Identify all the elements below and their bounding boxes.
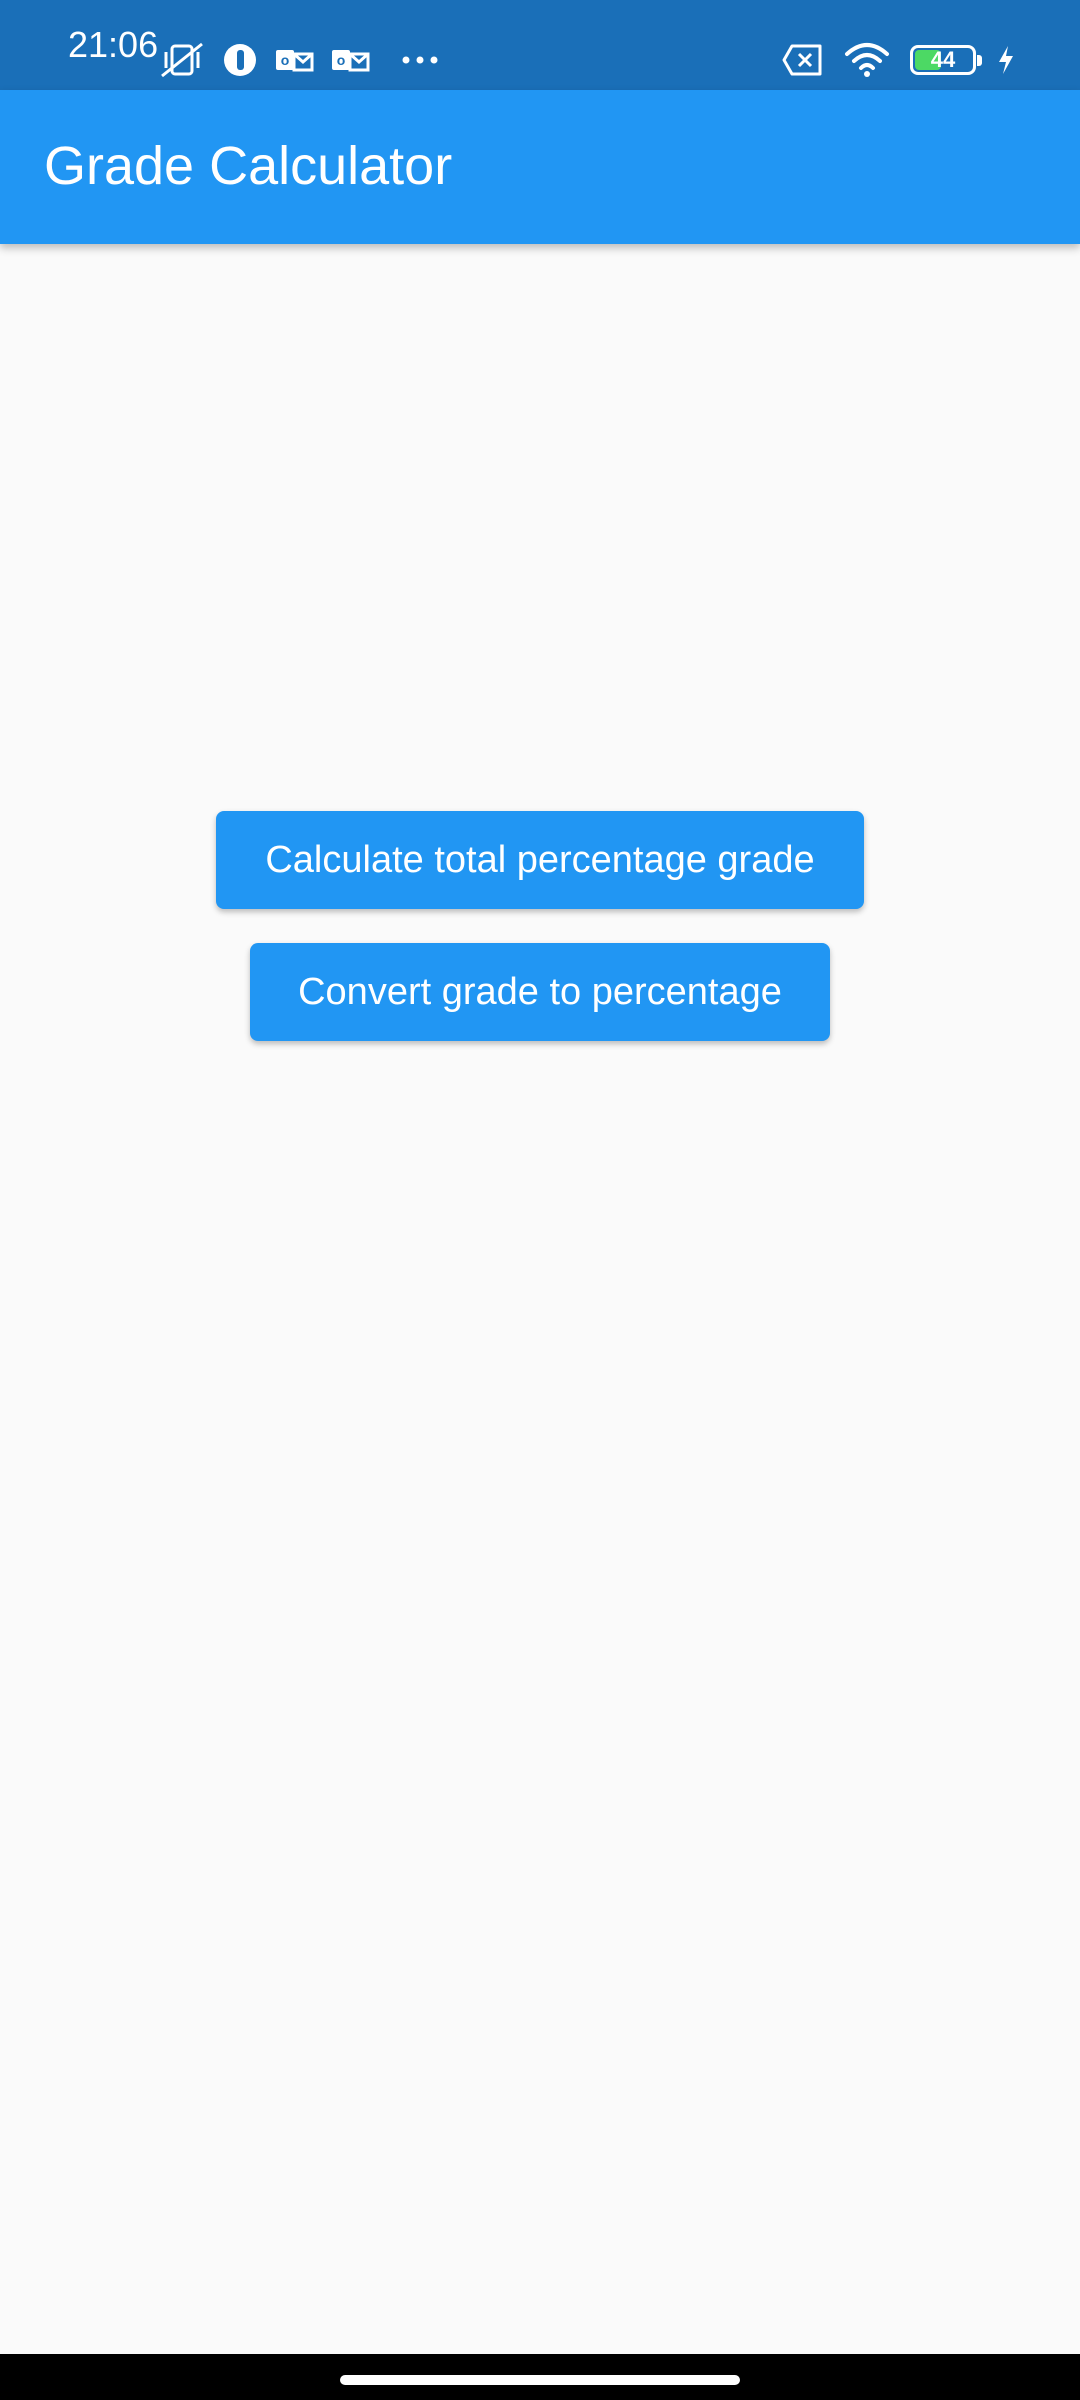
- navigation-bar: [0, 2354, 1080, 2400]
- battery-icon: 44: [910, 45, 982, 75]
- status-icons-right: 44: [782, 36, 1016, 84]
- svg-text:o: o: [281, 52, 290, 68]
- more-dots-icon: [400, 54, 440, 66]
- vibrate-icon: [158, 40, 206, 80]
- app-icon: [222, 42, 258, 78]
- outlook-icon: o: [274, 44, 314, 76]
- svg-text:o: o: [337, 52, 346, 68]
- no-sim-icon: [782, 43, 824, 77]
- status-bar: 21:06 o o 44: [0, 0, 1080, 90]
- main-content: Calculate total percentage grade Convert…: [0, 244, 1080, 2354]
- calculate-total-percentage-button[interactable]: Calculate total percentage grade: [216, 811, 864, 909]
- status-time: 21:06: [68, 24, 159, 65]
- home-indicator[interactable]: [340, 2375, 740, 2385]
- battery-level: 44: [930, 47, 956, 72]
- status-icons-left: o o: [158, 36, 440, 84]
- convert-grade-to-percentage-button[interactable]: Convert grade to percentage: [250, 943, 830, 1041]
- app-bar: Grade Calculator: [0, 90, 1080, 244]
- charging-icon: [996, 44, 1016, 76]
- outlook-icon: o: [330, 44, 370, 76]
- page-title: Grade Calculator: [44, 136, 453, 196]
- wifi-icon: [844, 42, 890, 78]
